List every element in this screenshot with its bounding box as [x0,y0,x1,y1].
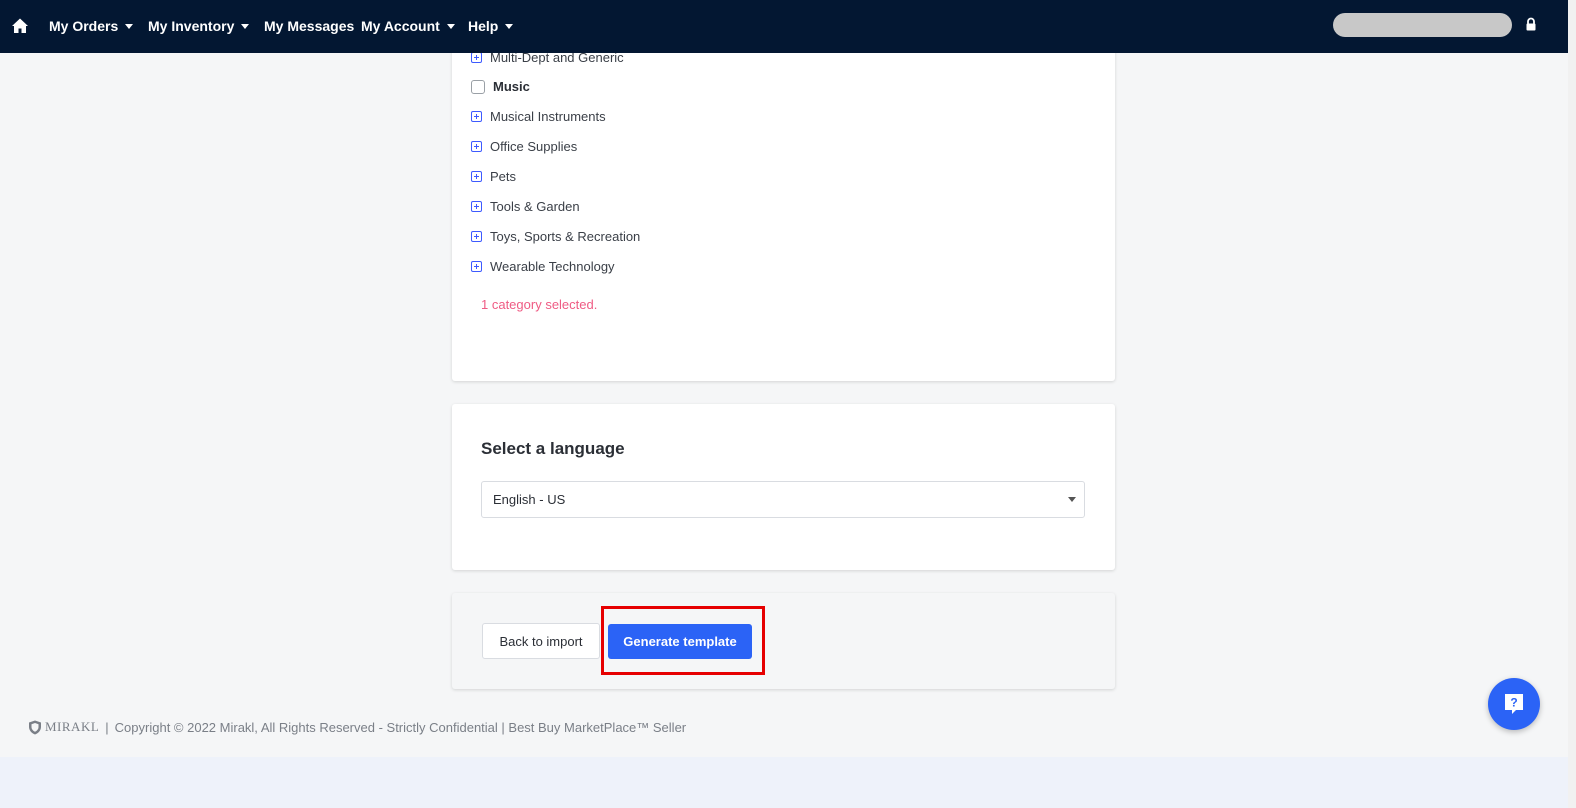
language-select[interactable]: English - US [481,481,1085,518]
nav-help[interactable]: Help [468,18,514,34]
chevron-down-icon [505,24,514,29]
lock-icon[interactable] [1525,17,1537,32]
home-icon[interactable] [11,17,29,35]
category-label: Music [493,79,530,94]
brand-name: MIRAKL [45,719,100,734]
category-item: Musical Instruments [471,109,606,124]
nav-my-messages-label: My Messages [264,18,355,34]
shield-icon [29,720,41,734]
expand-plus-icon[interactable] [471,261,482,272]
chevron-down-icon [125,24,134,29]
nav-my-orders[interactable]: My Orders [49,18,134,34]
selection-count-note: 1 category selected. [481,297,598,312]
category-label: Tools & Garden [490,199,580,214]
category-item: Pets [471,169,516,184]
svg-text:?: ? [1510,696,1517,710]
chevron-down-icon [1068,497,1076,502]
language-select-value: English - US [493,492,566,507]
nav-my-account[interactable]: My Account [361,18,455,34]
category-checkbox[interactable] [471,79,485,94]
scrollbar[interactable] [1568,0,1576,808]
category-label: Toys, Sports & Recreation [490,229,641,244]
nav-my-messages[interactable]: My Messages [264,18,354,34]
language-card: Select a language English - US [452,404,1115,570]
user-menu[interactable] [1333,13,1512,37]
actions-card: Back to import Generate template [452,593,1115,689]
footer-separator: | [105,719,109,735]
category-item: Toys, Sports & Recreation [471,229,640,244]
help-button[interactable]: ? [1488,678,1540,730]
category-item: Music [471,79,530,94]
footer: MIRAKL | Copyright © 2022 Mirakl, All Ri… [28,719,686,735]
expand-plus-icon[interactable] [471,141,482,152]
chevron-down-icon [446,24,455,29]
expand-plus-icon[interactable] [471,52,482,63]
categories-card: Multi-Dept and Generic Music Musical Ins… [452,30,1115,381]
language-section-title: Select a language [481,439,625,458]
category-item: Tools & Garden [471,199,580,214]
mirakl-logo: MIRAKL [28,719,99,735]
generate-template-button[interactable]: Generate template [608,624,752,659]
back-to-import-button[interactable]: Back to import [482,623,600,659]
category-item: Office Supplies [471,139,577,154]
help-question-icon: ? [1505,694,1523,714]
category-label: Musical Instruments [490,109,606,124]
expand-plus-icon[interactable] [471,231,482,242]
category-label: Office Supplies [490,139,578,154]
chevron-down-icon [241,24,250,29]
category-item: Wearable Technology [471,259,615,274]
expand-plus-icon[interactable] [471,201,482,212]
copyright-text: Copyright © 2022 Mirakl, All Rights Rese… [114,719,687,735]
nav-my-account-label: My Account [361,18,440,34]
category-label: Wearable Technology [490,259,615,274]
expand-plus-icon[interactable] [471,171,482,182]
expand-plus-icon[interactable] [471,111,482,122]
nav-my-orders-label: My Orders [49,18,119,34]
nav-my-inventory-label: My Inventory [148,18,235,34]
nav-my-inventory[interactable]: My Inventory [148,18,250,34]
top-navbar: My Orders My Inventory My Messages My Ac… [0,0,1568,53]
category-label: Pets [490,169,517,184]
nav-help-label: Help [468,18,499,34]
